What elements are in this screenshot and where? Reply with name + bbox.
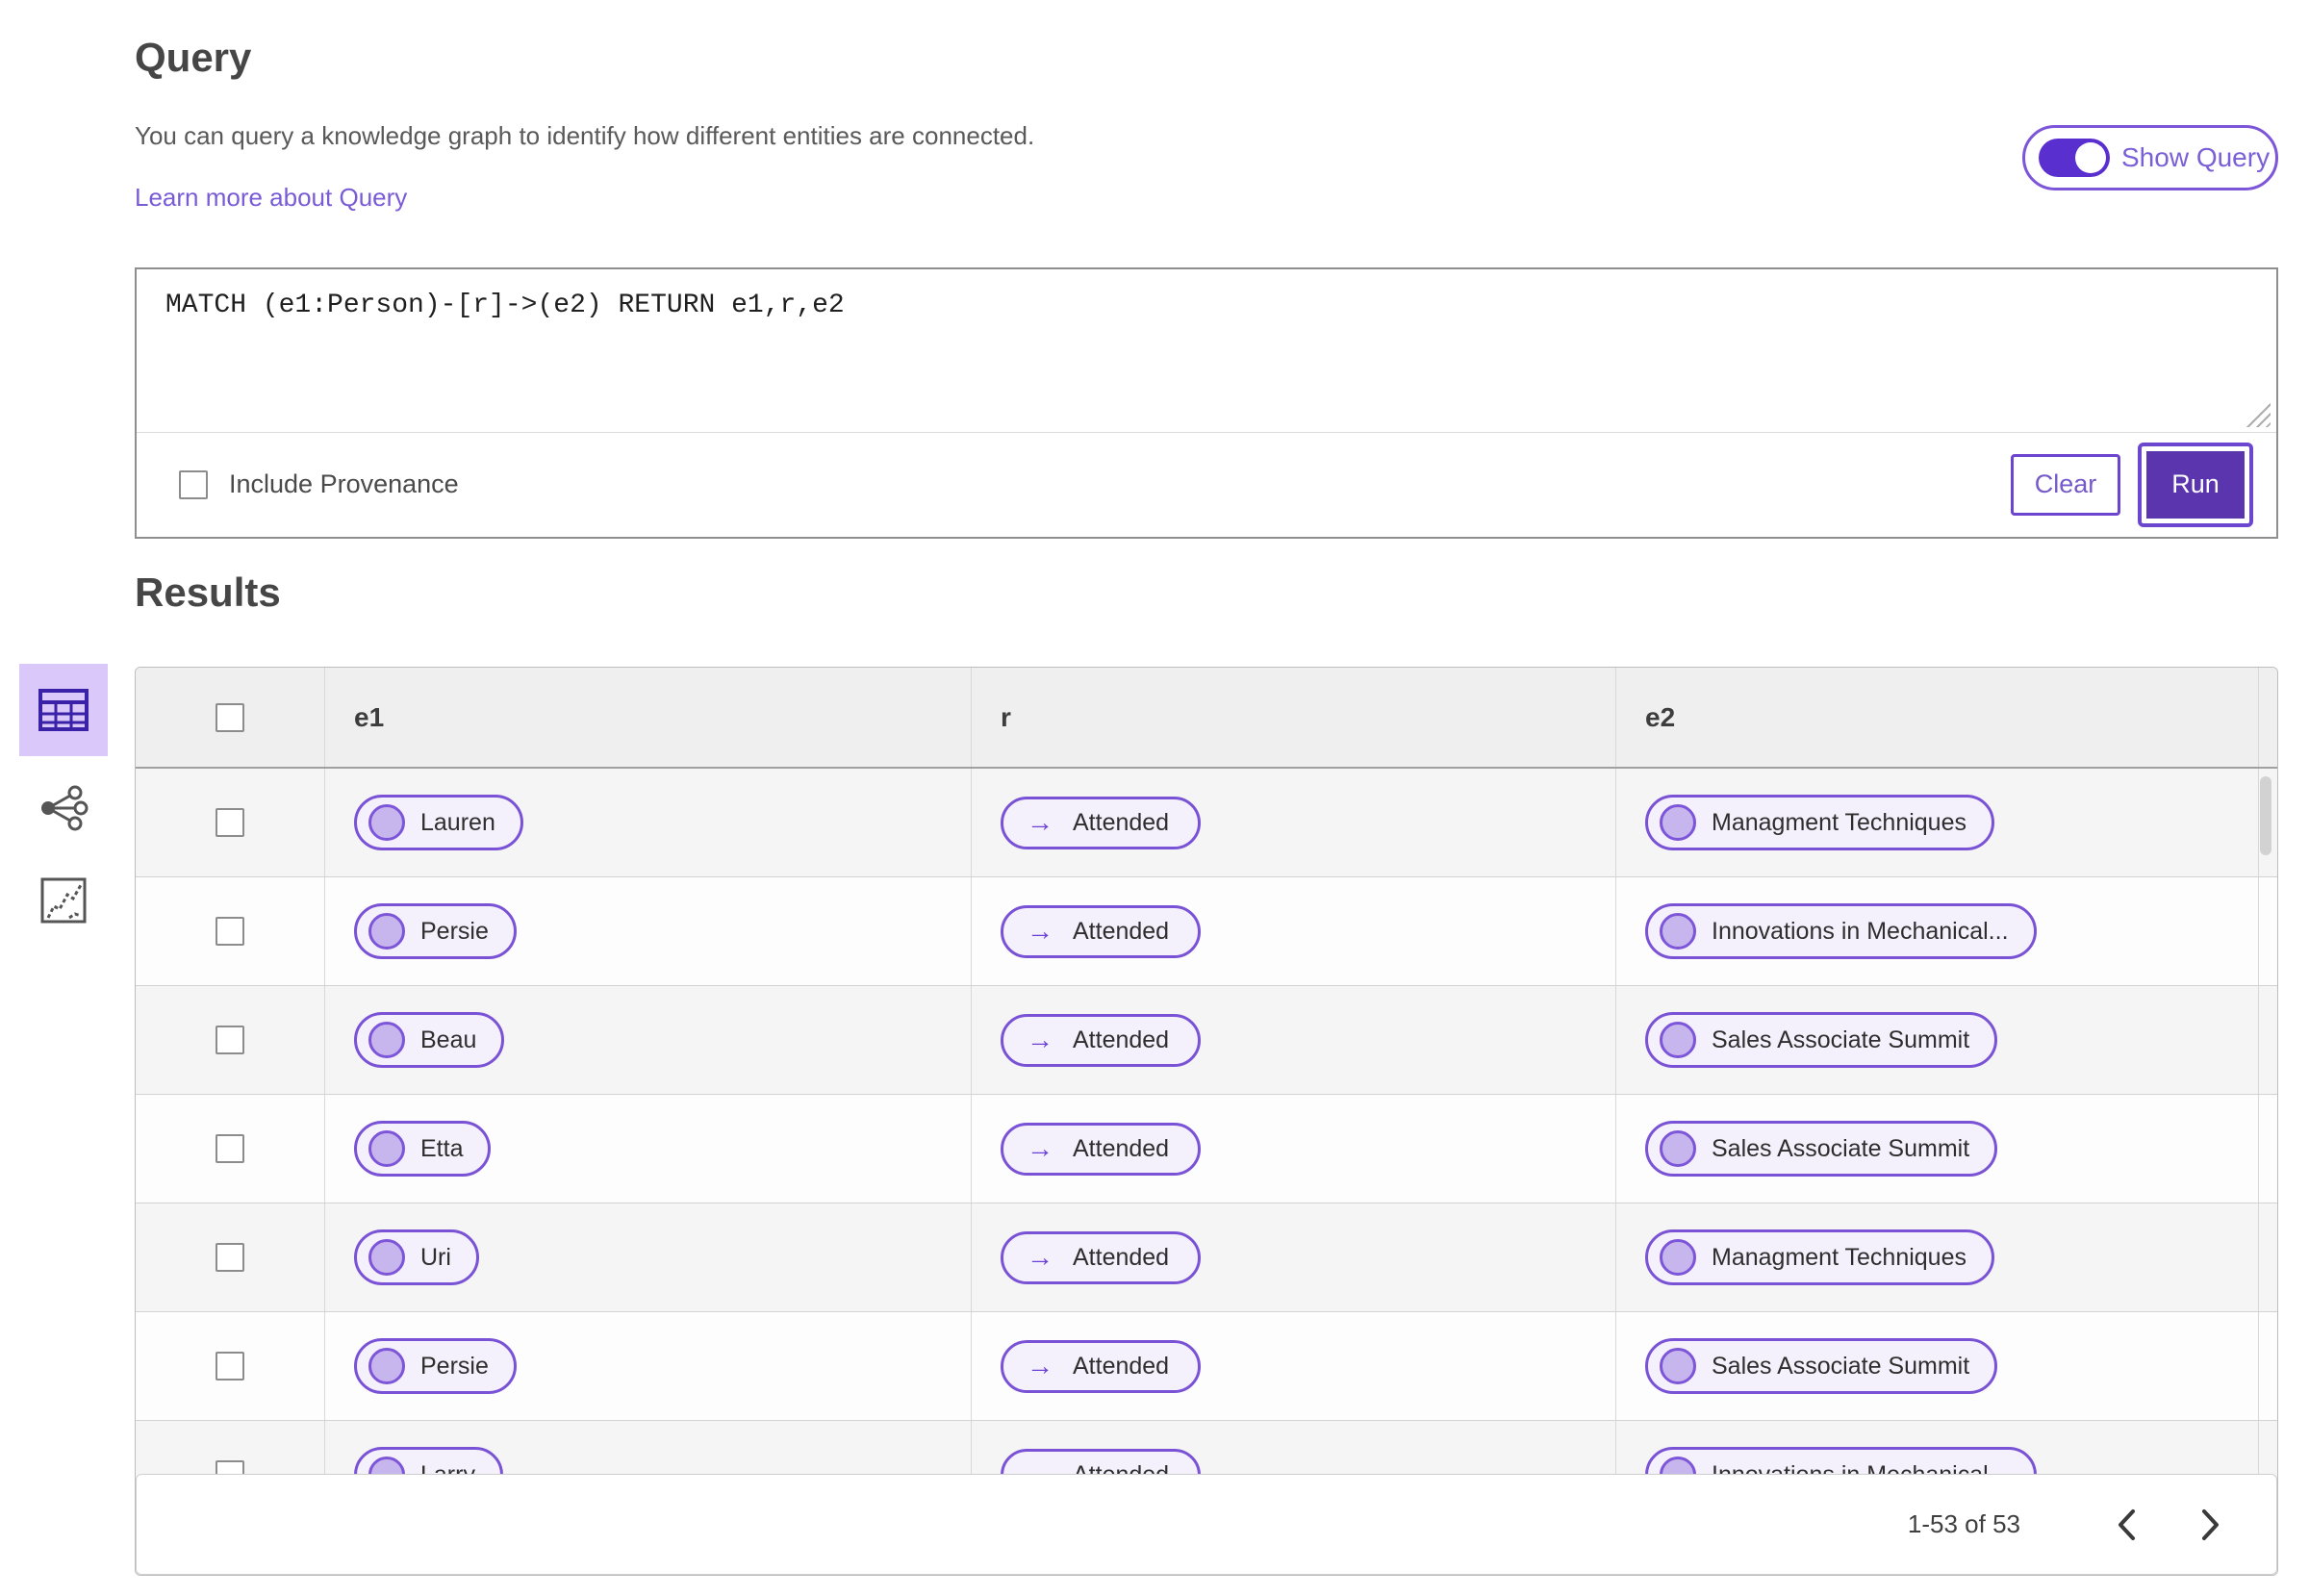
entity-node-icon [1660,913,1696,950]
select-all-checkbox[interactable] [216,702,244,732]
results-table: e1 r e2 Lauren → Attended Managment Tech… [135,667,2278,1576]
entity-node-icon [1660,804,1696,841]
entity-node-icon [1660,1022,1696,1058]
entity-pill-e2[interactable]: Sales Associate Summit [1645,1338,1998,1394]
entity-node-icon [368,804,405,841]
show-query-label: Show Query [2121,142,2271,172]
clear-button[interactable]: Clear [2011,453,2120,516]
entity-node-icon [368,913,405,950]
relation-pill[interactable]: → Attended [1001,1122,1202,1176]
entity-pill-e1[interactable]: Persie [354,1338,517,1394]
table-view-button[interactable] [19,664,108,756]
column-header-r[interactable]: r [972,668,1616,767]
relation-pill[interactable]: → Attended [1001,904,1202,958]
entity-node-icon [1660,1130,1696,1167]
entity-pill-e1[interactable]: Lauren [354,795,523,850]
row-checkbox[interactable] [216,917,244,946]
toggle-on-icon[interactable] [2039,139,2110,177]
show-query-toggle[interactable]: Show Query [2022,125,2278,190]
column-header-e1[interactable]: e1 [325,668,972,767]
entity-node-icon [368,1348,405,1384]
entity-node-icon [1660,1239,1696,1276]
column-header-e2[interactable]: e2 [1616,668,2259,767]
run-button[interactable]: Run [2138,442,2253,527]
relation-pill[interactable]: → Attended [1001,796,1202,849]
table-header-row: e1 r e2 [136,668,2277,769]
arrow-right-icon: → [1027,1242,1053,1272]
results-view-switcher [19,664,108,941]
network-view-icon [41,785,89,831]
query-description: You can query a knowledge graph to ident… [135,121,1035,150]
chart-view-button[interactable] [19,860,108,941]
query-footer: Include Provenance Clear Run [137,432,2276,537]
table-row[interactable]: Persie → Attended Sales Associate Summit [136,1312,2277,1421]
entity-pill-e2[interactable]: Managment Techniques [1645,1229,1994,1285]
table-view-icon [38,689,89,731]
arrow-right-icon: → [1027,807,1053,837]
pagination-range: 1-53 of 53 [1907,1509,2020,1538]
row-checkbox[interactable] [216,1352,244,1381]
arrow-right-icon: → [1027,1025,1053,1054]
row-checkbox[interactable] [216,808,244,837]
chevron-left-icon[interactable] [2107,1506,2145,1544]
relation-pill[interactable]: → Attended [1001,1339,1202,1393]
page-title-query: Query [135,35,252,80]
arrow-right-icon: → [1027,1351,1053,1381]
chart-view-icon [40,877,87,924]
entity-pill-e1[interactable]: Persie [354,903,517,959]
results-title: Results [135,570,281,615]
learn-more-link[interactable]: Learn more about Query [135,183,407,213]
network-view-button[interactable] [19,768,108,849]
entity-pill-e2[interactable]: Sales Associate Summit [1645,1121,1998,1177]
entity-node-icon [368,1239,405,1276]
table-row[interactable]: Lauren → Attended Managment Techniques [136,769,2277,877]
table-row[interactable]: Beau → Attended Sales Associate Summit [136,986,2277,1095]
table-scrollbar[interactable] [2260,776,2271,855]
entity-pill-e1[interactable]: Beau [354,1012,505,1068]
entity-node-icon [368,1130,405,1167]
row-checkbox[interactable] [216,1243,244,1272]
row-checkbox[interactable] [216,1026,244,1054]
arrow-right-icon: → [1027,1133,1053,1163]
entity-pill-e2[interactable]: Managment Techniques [1645,795,1994,850]
entity-node-icon [368,1022,405,1058]
relation-pill[interactable]: → Attended [1001,1230,1202,1284]
relation-pill[interactable]: → Attended [1001,1013,1202,1067]
table-row[interactable]: Uri → Attended Managment Techniques [136,1203,2277,1312]
query-input[interactable] [137,269,2276,433]
entity-pill-e1[interactable]: Etta [354,1121,492,1177]
entity-pill-e2[interactable]: Innovations in Mechanical... [1645,903,2037,959]
pagination-bar: 1-53 of 53 [136,1474,2277,1575]
toggle-knob [2075,142,2106,173]
arrow-right-icon: → [1027,916,1053,946]
entity-node-icon [1660,1348,1696,1384]
chevron-right-icon[interactable] [2192,1506,2230,1544]
include-provenance-label: Include Provenance [229,469,459,498]
table-row[interactable]: Persie → Attended Innovations in Mechani… [136,877,2277,986]
row-checkbox[interactable] [216,1134,244,1163]
query-editor-panel: Include Provenance Clear Run [135,267,2278,539]
entity-pill-e2[interactable]: Sales Associate Summit [1645,1012,1998,1068]
entity-pill-e1[interactable]: Uri [354,1229,479,1285]
include-provenance-checkbox[interactable] [179,469,208,499]
table-row[interactable]: Etta → Attended Sales Associate Summit [136,1095,2277,1203]
